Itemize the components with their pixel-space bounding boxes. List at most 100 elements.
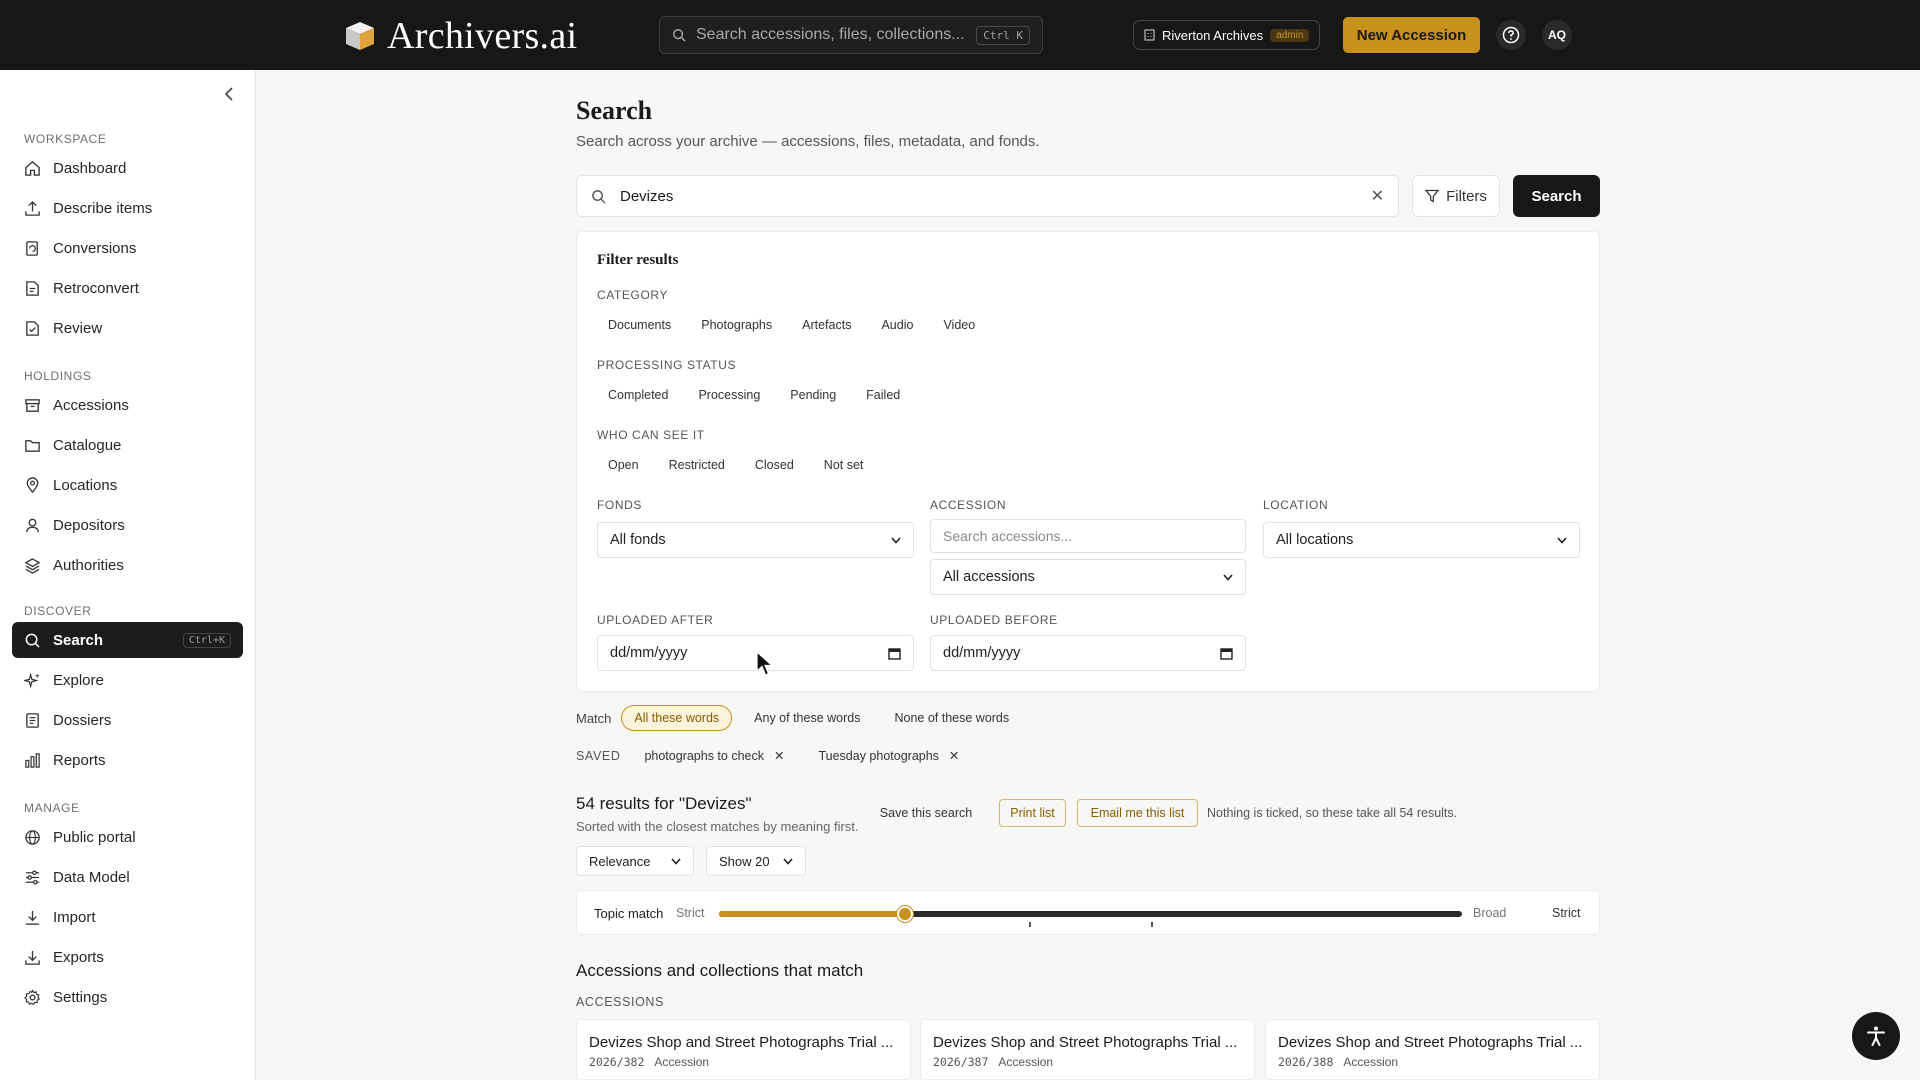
accession-card-title: Devizes Shop and Street Photographs Tria… [589, 1034, 894, 1051]
visibility-chips: Open Restricted Closed Not set [597, 452, 875, 478]
remove-saved-icon[interactable]: ✕ [949, 748, 959, 763]
uploaded-after-value: dd/mm/yyyy [610, 645, 688, 661]
sort-select[interactable]: Relevance [576, 846, 694, 876]
saved-search-chip[interactable]: Tuesday photographs ✕ [808, 744, 969, 767]
org-switcher[interactable]: Riverton Archives admin [1133, 20, 1321, 50]
sidebar: WORKSPACE Dashboard Describe items Conve… [0, 70, 256, 1080]
sparkle-icon [24, 672, 40, 688]
sidebar-item-authorities[interactable]: Authorities [12, 547, 243, 583]
search-input[interactable]: Devizes ✕ [576, 175, 1399, 217]
accession-card-title: Devizes Shop and Street Photographs Tria… [1278, 1034, 1583, 1051]
sidebar-item-catalogue[interactable]: Catalogue [12, 427, 243, 463]
search-shortcut-badge: Ctrl+K [182, 632, 231, 648]
chip-audio[interactable]: Audio [870, 312, 925, 338]
chip-not-set[interactable]: Not set [812, 452, 875, 478]
sidebar-item-describe-items[interactable]: Describe items [12, 190, 243, 226]
filters-label: Filters [1446, 187, 1487, 205]
match-all-words[interactable]: All these words [621, 705, 733, 731]
logo[interactable]: Archivers.ai [343, 14, 577, 58]
collapse-sidebar-button[interactable] [220, 85, 238, 103]
saved-search-chip[interactable]: photographs to check ✕ [634, 744, 794, 767]
sidebar-item-public-portal[interactable]: Public portal [12, 819, 243, 855]
sidebar-item-accessions[interactable]: Accessions [12, 387, 243, 423]
page-size-select[interactable]: Show 20 [706, 846, 806, 876]
topic-match-slider[interactable] [719, 906, 1462, 927]
accession-select[interactable]: All accessions [930, 559, 1246, 595]
chip-open[interactable]: Open [597, 452, 650, 478]
topic-match-thumb[interactable] [896, 906, 913, 922]
location-select[interactable]: All locations [1263, 522, 1580, 558]
calendar-icon [888, 647, 901, 660]
slider-tick [1029, 922, 1031, 927]
saved-searches: SAVED photographs to check ✕ Tuesday pho… [576, 744, 969, 767]
mouse-cursor-icon [756, 651, 774, 676]
accession-card[interactable]: Devizes Shop and Street Photographs Tria… [1265, 1019, 1600, 1080]
accessions-label: ACCESSIONS [576, 995, 664, 1009]
accession-card[interactable]: Devizes Shop and Street Photographs Tria… [576, 1019, 911, 1080]
selection-note: Nothing is ticked, so these take all 54 … [1207, 806, 1458, 820]
sidebar-item-data-model[interactable]: Data Model [12, 859, 243, 895]
sidebar-item-label: Retroconvert [53, 279, 139, 297]
sidebar-item-import[interactable]: Import [12, 899, 243, 935]
accession-label: ACCESSION [930, 498, 1007, 512]
user-avatar[interactable]: AQ [1542, 20, 1572, 50]
help-button[interactable] [1496, 20, 1526, 50]
clear-search-icon[interactable]: ✕ [1371, 186, 1384, 206]
fonds-value: All fonds [610, 532, 666, 548]
email-list-button[interactable]: Email me this list [1077, 799, 1198, 827]
sidebar-item-locations[interactable]: Locations [12, 467, 243, 503]
accession-search-input[interactable]: Search accessions... [930, 519, 1246, 553]
sidebar-item-label: Settings [53, 988, 108, 1006]
chip-closed[interactable]: Closed [743, 452, 805, 478]
filter-panel: Filter results CATEGORY Documents Photog… [576, 231, 1600, 692]
chip-documents[interactable]: Documents [597, 312, 683, 338]
accession-card-meta: 2026/388 Accession [1278, 1055, 1398, 1069]
sidebar-item-explore[interactable]: Explore [12, 662, 243, 698]
new-accession-button[interactable]: New Accession [1343, 17, 1480, 53]
match-any-words[interactable]: Any of these words [742, 706, 872, 730]
search-button[interactable]: Search [1513, 175, 1600, 217]
sidebar-item-label: Data Model [53, 868, 130, 886]
print-list-button[interactable]: Print list [999, 799, 1066, 827]
sidebar-item-settings[interactable]: Settings [12, 979, 243, 1015]
sidebar-item-label: Search [53, 631, 104, 649]
sidebar-item-depositors[interactable]: Depositors [12, 507, 243, 543]
sidebar-item-conversions[interactable]: Conversions [12, 230, 243, 266]
accessibility-button[interactable] [1852, 1012, 1900, 1060]
chevron-left-icon [224, 87, 233, 101]
match-label: Match [576, 710, 612, 726]
chip-video[interactable]: Video [932, 312, 987, 338]
sidebar-item-dossiers[interactable]: Dossiers [12, 702, 243, 738]
sidebar-item-retroconvert[interactable]: Retroconvert [12, 270, 243, 306]
sidebar-item-dashboard[interactable]: Dashboard [12, 150, 243, 186]
archive-box-icon [25, 398, 40, 412]
chip-failed[interactable]: Failed [855, 382, 912, 408]
chip-pending[interactable]: Pending [779, 382, 848, 408]
global-search-input[interactable]: Search accessions, files, collections...… [659, 16, 1043, 54]
home-icon [25, 160, 40, 176]
match-none-words[interactable]: None of these words [882, 706, 1021, 730]
chip-restricted[interactable]: Restricted [657, 452, 736, 478]
page-size-value: Show 20 [719, 853, 770, 869]
save-search-button[interactable]: Save this search [868, 799, 984, 827]
uploaded-before-input[interactable]: dd/mm/yyyy [930, 635, 1246, 671]
filters-button[interactable]: Filters [1412, 175, 1500, 217]
page-title: Search [576, 96, 653, 125]
sidebar-item-review[interactable]: Review [12, 310, 243, 346]
topic-match-fill [719, 911, 905, 917]
search-icon [25, 633, 40, 648]
remove-saved-icon[interactable]: ✕ [774, 748, 784, 763]
sidebar-item-reports[interactable]: Reports [12, 742, 243, 778]
chip-completed[interactable]: Completed [597, 382, 680, 408]
accession-card[interactable]: Devizes Shop and Street Photographs Tria… [920, 1019, 1255, 1080]
chip-artefacts[interactable]: Artefacts [791, 312, 863, 338]
top-bar: Archivers.ai Search accessions, files, c… [0, 0, 1920, 70]
fonds-select[interactable]: All fonds [597, 522, 914, 558]
chip-processing[interactable]: Processing [687, 382, 772, 408]
fonds-label: FONDS [597, 498, 642, 512]
chip-photographs[interactable]: Photographs [690, 312, 784, 338]
search-shortcut: Ctrl K [976, 25, 1030, 45]
globe-icon [25, 829, 40, 845]
sidebar-item-search[interactable]: Search Ctrl+K [12, 622, 243, 658]
sidebar-item-exports[interactable]: Exports [12, 939, 243, 975]
